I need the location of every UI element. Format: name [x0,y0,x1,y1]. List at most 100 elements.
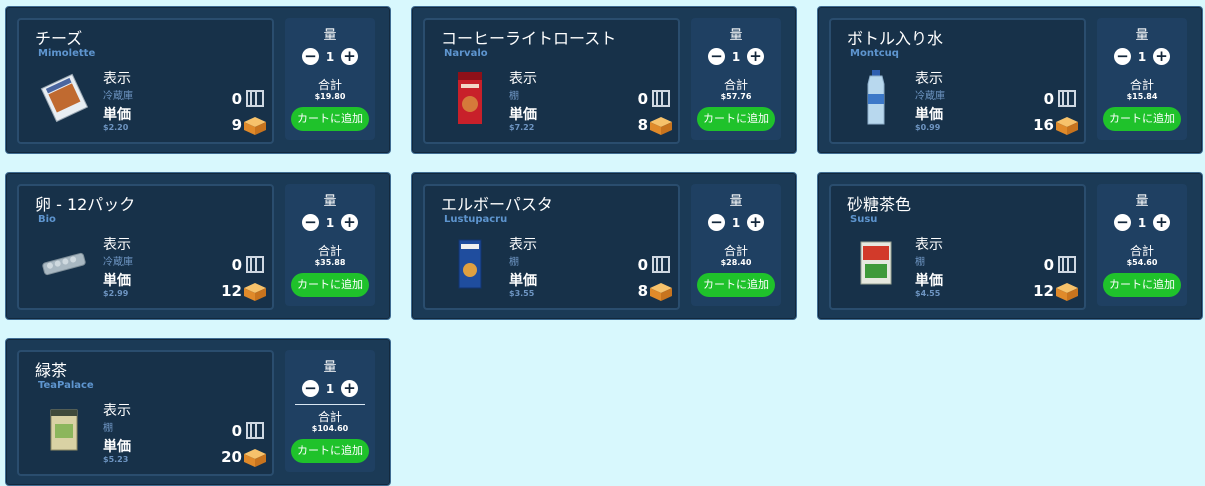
total-value: $15.84 [1126,92,1158,101]
product-info-panel: 砂糖茶色 Susu 表示 棚 単価 $4.55 0 12 [829,184,1086,310]
minus-button[interactable]: − [708,214,725,231]
product-card: ボトル入り水 Montcuq 表示 冷蔵庫 単価 $0.99 0 16 量 − … [817,6,1203,154]
cheese-package-icon [40,73,89,123]
product-brand: Mimolette [38,48,96,59]
quantity-label: 量 [729,28,743,43]
quantity-stepper: − 1 + [1114,48,1170,66]
box-icon [650,283,672,301]
plus-button[interactable]: + [747,48,764,65]
quantity-panel: 量 − 1 + 合計 $54.60 カートに追加 [1097,184,1187,306]
add-to-cart-button[interactable]: カートに追加 [697,273,775,297]
display-location: 棚 [103,423,113,434]
minus-button[interactable]: − [708,48,725,65]
quantity-stepper: − 1 + [708,48,764,66]
stock-count: 12 [221,282,242,300]
display-label: 表示 [915,237,943,253]
product-info-panel: エルボーパスタ Lustupacru 表示 棚 単価 $3.55 0 8 [423,184,680,310]
quantity-panel: 量 − 1 + 合計 $15.84 カートに追加 [1097,18,1187,140]
unit-price-value: $0.99 [915,123,941,132]
unit-price-label: 単価 [103,439,131,455]
total-value: $54.60 [1126,258,1158,267]
minus-button[interactable]: − [302,380,319,397]
stock-count: 20 [221,448,242,466]
product-name: コーヒーライトロースト [441,29,617,48]
plus-button[interactable]: + [341,380,358,397]
quantity-label: 量 [323,28,337,43]
add-to-cart-button[interactable]: カートに追加 [697,107,775,131]
minus-button[interactable]: − [302,48,319,65]
quantity-value: 1 [325,216,335,230]
product-name: エルボーパスタ [441,195,553,214]
product-card: チーズ Mimolette 表示 冷蔵庫 単価 $2.20 0 9 量 − 1 … [5,6,391,154]
water-bottle-icon [867,70,885,125]
product-info-panel: ボトル入り水 Montcuq 表示 冷蔵庫 単価 $0.99 0 16 [829,18,1086,144]
shelf-count: 0 [231,256,242,274]
stock-count: 16 [1033,116,1054,134]
unit-price-value: $2.20 [103,123,129,132]
add-to-cart-button[interactable]: カートに追加 [291,107,369,131]
display-label: 表示 [103,403,131,419]
shelf-count: 0 [231,90,242,108]
add-to-cart-button[interactable]: カートに追加 [1103,107,1181,131]
display-location: 棚 [509,257,519,268]
product-brand: TeaPalace [38,380,94,391]
minus-button[interactable]: − [1114,48,1131,65]
total-value: $57.76 [720,92,752,101]
unit-price-value: $3.55 [509,289,535,298]
add-to-cart-button[interactable]: カートに追加 [291,439,369,463]
shelf-count: 0 [1043,90,1054,108]
plus-button[interactable]: + [747,214,764,231]
quantity-underline [295,404,365,405]
sugar-box-icon [860,241,892,285]
shelf-icon [652,90,670,107]
stock-count: 8 [637,116,648,134]
minus-button[interactable]: − [1114,214,1131,231]
display-label: 表示 [915,71,943,87]
total-label: 合計 [723,78,748,92]
unit-price-label: 単価 [915,273,943,289]
quantity-label: 量 [729,194,743,209]
unit-price-label: 単価 [915,107,943,123]
quantity-label: 量 [1135,28,1149,43]
shelf-icon [1058,256,1076,273]
plus-button[interactable]: + [341,48,358,65]
shelf-count: 0 [637,90,648,108]
product-brand: Bio [38,214,56,225]
product-name: 卵 - 12パック [35,195,136,214]
add-to-cart-button[interactable]: カートに追加 [1103,273,1181,297]
unit-price-value: $7.22 [509,123,535,132]
total-label: 合計 [723,244,748,258]
quantity-value: 1 [1137,216,1147,230]
unit-price-label: 単価 [103,107,131,123]
product-brand: Montcuq [850,48,899,59]
quantity-stepper: − 1 + [302,214,358,232]
quantity-label: 量 [1135,194,1149,209]
plus-button[interactable]: + [1153,214,1170,231]
shelf-count: 0 [1043,256,1054,274]
minus-button[interactable]: − [302,214,319,231]
quantity-panel: 量 − 1 + 合計 $28.40 カートに追加 [691,184,781,306]
total-label: 合計 [1129,78,1154,92]
stock-count: 8 [637,282,648,300]
total-value: $104.60 [311,424,349,433]
total-label: 合計 [317,410,342,424]
unit-price-value: $4.55 [915,289,941,298]
product-info-panel: 緑茶 TeaPalace 表示 棚 単価 $5.23 0 20 [17,350,274,476]
box-icon [244,449,266,467]
quantity-panel: 量 − 1 + 合計 $35.88 カートに追加 [285,184,375,306]
stock-count: 9 [231,116,242,134]
pasta-box-icon [458,239,482,289]
plus-button[interactable]: + [341,214,358,231]
product-brand: Lustupacru [444,214,508,225]
display-location: 冷蔵庫 [103,91,133,102]
product-name: 緑茶 [35,361,68,380]
quantity-stepper: − 1 + [1114,214,1170,232]
quantity-value: 1 [1137,50,1147,64]
quantity-value: 1 [731,216,741,230]
total-label: 合計 [1129,244,1154,258]
plus-button[interactable]: + [1153,48,1170,65]
coffee-bag-icon [458,72,482,124]
quantity-stepper: − 1 + [708,214,764,232]
add-to-cart-button[interactable]: カートに追加 [291,273,369,297]
display-label: 表示 [103,237,131,253]
